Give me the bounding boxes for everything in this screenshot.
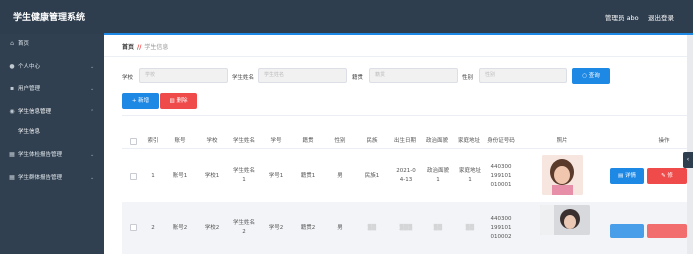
row-checkbox[interactable] (130, 173, 137, 180)
app-title: 学生健康管理系统 (13, 13, 86, 23)
edit-button[interactable] (647, 224, 687, 238)
edit-button[interactable]: ✎ 修 (647, 168, 687, 184)
cell-ethnic: 民族1 (364, 172, 380, 179)
sidebar-item-label: 用户管理 (18, 86, 41, 92)
sidebar: ⌂ 首页 ● 个人中心 ⌄ ▪ 用户管理 ⌄ ◉ 学生信息管理 ⌃ 学生信息 ▦… (0, 34, 104, 254)
cell-school: 学校1 (204, 172, 220, 179)
divider (104, 56, 687, 57)
breadcrumb: 首页//学生信息 (122, 42, 168, 51)
cell-gender: 男 (337, 172, 343, 179)
add-label: 新增 (138, 98, 150, 104)
cell-politics-blurred: ▒▒ (433, 224, 443, 231)
sidebar-item-label: 个人中心 (18, 64, 41, 70)
chevron-up-icon: ⌃ (90, 109, 95, 115)
cell-school: 学校2 (204, 224, 220, 231)
cell-ethnic-blurred: ▒▒ (367, 224, 377, 231)
gender-select[interactable]: 性别 (479, 68, 567, 83)
breadcrumb-separator: // (137, 44, 142, 51)
cell-id-no: 440300199101010001 (490, 163, 512, 188)
breadcrumb-current: 学生信息 (144, 44, 169, 51)
sidebar-item-student-info-mgmt[interactable]: ◉ 学生信息管理 ⌃ (0, 105, 104, 119)
sidebar-item-label: 学生信息 (18, 129, 41, 135)
grid-icon: ▦ (9, 151, 15, 158)
gender-label: 性别 (462, 75, 474, 81)
cell-account: 账号2 (172, 224, 188, 231)
student-table: 索引 账号 学校 学生姓名 学号 籍贯 性别 民族 出生日期 政治面貌 家庭地址… (122, 115, 687, 254)
admin-user[interactable]: 管理员 abo (605, 12, 639, 22)
cell-student-name: 学生姓名1 (233, 168, 256, 183)
origin-input[interactable]: 籍贯 (369, 68, 458, 83)
location-icon: ◉ (9, 108, 15, 115)
photo-image-icon (540, 205, 590, 235)
header-row-line (122, 148, 687, 149)
cell-origin: 籍贯2 (300, 224, 316, 231)
cell-birth: 2021-04-13 (396, 168, 416, 183)
cell-birth-blurred: ▒▒▒ (399, 224, 413, 231)
main-content: 首页//学生信息 学校 学校 学生姓名 学生姓名 籍贯 籍贯 性别 性别 ○ 查… (104, 35, 687, 254)
delete-button[interactable]: ▥ 删除 (160, 93, 197, 109)
query-label: 查询 (588, 73, 600, 79)
grid-icon: ▦ (9, 174, 15, 181)
cell-index: 2 (151, 224, 155, 231)
cell-gender: 男 (337, 224, 343, 231)
sidebar-item-profile[interactable]: ● 个人中心 ⌄ (0, 60, 104, 74)
sidebar-item-label: 首页 (18, 41, 30, 47)
name-input[interactable]: 学生姓名 (258, 68, 347, 83)
photo-image-icon (542, 155, 583, 195)
name-label: 学生姓名 (232, 75, 255, 81)
origin-label: 籍贯 (352, 75, 364, 81)
cell-address: 家庭地址1 (459, 168, 482, 183)
student-photo (540, 205, 590, 235)
cell-student-no: 学号2 (268, 224, 284, 231)
chevron-down-icon: ⌄ (90, 64, 95, 70)
logout-link[interactable]: 退出登录 (648, 12, 674, 22)
top-bar: 学生健康管理系统 管理员 abo 退出登录 (0, 0, 693, 34)
school-label: 学校 (122, 75, 134, 81)
cell-address-blurred: ▒▒ (465, 224, 475, 231)
header-actions: 操作 (658, 138, 670, 144)
add-button[interactable]: + 新增 (122, 93, 159, 109)
row-checkbox[interactable] (130, 224, 137, 231)
user-icon: ● (9, 63, 15, 70)
breadcrumb-home[interactable]: 首页 (122, 44, 134, 51)
scrollbar[interactable] (687, 35, 693, 254)
cell-account: 账号1 (172, 172, 188, 179)
sidebar-item-home[interactable]: ⌂ 首页 (0, 37, 104, 51)
home-icon: ⌂ (10, 40, 14, 47)
query-button[interactable]: ○ 查询 (572, 68, 610, 84)
delete-label: 删除 (176, 98, 188, 104)
sidebar-item-student-info[interactable]: 学生信息 (0, 125, 104, 139)
chevron-down-icon: ⌄ (90, 175, 95, 181)
detail-label: 详情 (624, 173, 636, 179)
sidebar-item-users[interactable]: ▪ 用户管理 ⌄ (0, 82, 104, 96)
sidebar-item-group-report[interactable]: ▦ 学生群体报告管理 ⌄ (0, 171, 104, 185)
cell-student-name: 学生姓名2 (233, 220, 256, 235)
cell-origin: 籍贯1 (300, 172, 316, 179)
school-input[interactable]: 学校 (139, 68, 228, 83)
cell-student-no: 学号1 (268, 172, 284, 179)
select-all-checkbox[interactable] (130, 138, 137, 145)
sidebar-item-health-report[interactable]: ▦ 学生体检报告管理 ⌄ (0, 148, 104, 162)
edit-label: 修 (667, 173, 673, 179)
cell-index: 1 (151, 172, 155, 179)
detail-button[interactable]: ▤ 详情 (610, 168, 644, 184)
chevron-left-icon: ‹ (686, 156, 690, 163)
sidebar-item-label: 学生群体报告管理 (18, 175, 63, 181)
sidebar-item-label: 学生体检报告管理 (18, 152, 63, 158)
users-icon: ▪ (9, 85, 15, 92)
cell-id-no: 440300199101010002 (490, 215, 512, 240)
detail-icon: ▤ (618, 173, 625, 179)
sidebar-item-label: 学生信息管理 (18, 109, 52, 115)
detail-button[interactable] (610, 224, 644, 238)
chevron-down-icon: ⌄ (90, 86, 95, 92)
cell-politics: 政治面貌1 (427, 168, 450, 183)
chevron-down-icon: ⌄ (90, 152, 95, 158)
collapse-toggle[interactable]: ‹ (683, 152, 693, 168)
student-photo (542, 155, 583, 195)
